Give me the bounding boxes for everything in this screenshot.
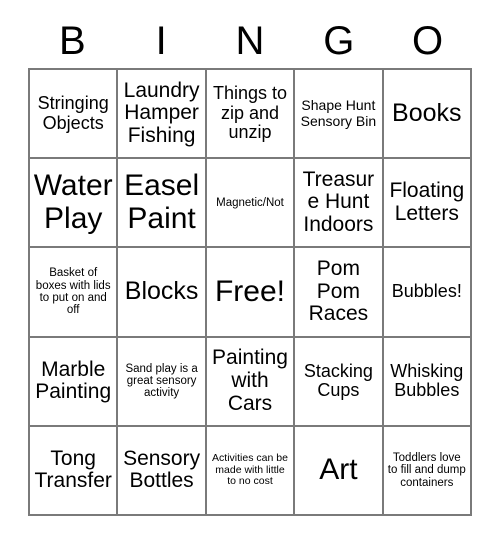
bingo-cell-label: Pom Pom Races bbox=[308, 256, 369, 326]
bingo-cell-label: Whisking Bubbles bbox=[390, 360, 464, 401]
bingo-free-space[interactable]: Free! bbox=[206, 248, 296, 338]
bingo-cell[interactable]: Stacking Cups bbox=[295, 337, 384, 427]
bingo-cell-label: Stringing Objects bbox=[37, 93, 109, 133]
bingo-cell-label: Basket of boxes with lids to put on and … bbox=[35, 267, 111, 317]
bingo-cell[interactable]: Blocks bbox=[118, 248, 207, 338]
bingo-cell[interactable]: Art bbox=[295, 426, 384, 516]
bingo-cell-label: Marble Painting bbox=[35, 357, 112, 404]
bingo-cell[interactable]: Treasure Hunt Indoors bbox=[295, 159, 384, 249]
bingo-header-letter-b: B bbox=[59, 19, 86, 63]
bingo-cell-label: Things to zip and unzip bbox=[212, 83, 288, 143]
bingo-cell[interactable]: Pom Pom Races bbox=[295, 248, 384, 338]
bingo-header-letter-g: G bbox=[323, 19, 355, 63]
bingo-cell-label: Sensory Bottles bbox=[123, 446, 201, 493]
bingo-cell[interactable]: Floating Letters bbox=[383, 159, 472, 249]
bingo-cell-label: Laundry Hamper Fishing bbox=[123, 78, 200, 147]
bingo-cell-label: Painting with Cars bbox=[212, 346, 288, 415]
bingo-cell[interactable]: Activities can be made with little to no… bbox=[206, 426, 296, 516]
bingo-cell[interactable]: Sensory Bottles bbox=[118, 426, 207, 516]
bingo-cell-label: Water Play bbox=[33, 169, 113, 235]
bingo-cell-label: Easel Paint bbox=[124, 169, 200, 235]
bingo-header-letter-o: O bbox=[412, 19, 444, 63]
bingo-cell[interactable]: Water Play bbox=[30, 159, 119, 249]
bingo-cell[interactable]: Toddlers love to fill and dump container… bbox=[383, 426, 472, 516]
bingo-cell[interactable]: Whisking Bubbles bbox=[383, 337, 472, 427]
bingo-cell-label: Toddlers love to fill and dump container… bbox=[387, 451, 466, 489]
bingo-cell[interactable]: Easel Paint bbox=[118, 159, 207, 249]
bingo-cell[interactable]: Stringing Objects bbox=[30, 70, 119, 160]
bingo-header-letter-n: N bbox=[235, 19, 265, 63]
bingo-cell[interactable]: Books bbox=[383, 70, 472, 160]
bingo-cell[interactable]: Basket of boxes with lids to put on and … bbox=[30, 248, 119, 338]
bingo-card: B I N G O Stringing Objects Laundry Hamper Fi… bbox=[0, 0, 500, 544]
bingo-cell-label: Activities can be made with little to no… bbox=[212, 452, 288, 488]
bingo-cell-label: Art bbox=[319, 453, 358, 487]
bingo-cell[interactable]: Bubbles! bbox=[383, 248, 472, 338]
bingo-header-row: BINGO bbox=[28, 14, 472, 68]
bingo-cell-label: Blocks bbox=[124, 277, 199, 306]
bingo-cell[interactable]: Shape Hunt Sensory Bin bbox=[295, 70, 384, 160]
bingo-cell-label: Bubbles! bbox=[391, 281, 462, 302]
bingo-cell-label: Tong Transfer bbox=[34, 446, 112, 493]
bingo-cell-label: Shape Hunt Sensory Bin bbox=[300, 97, 377, 129]
bingo-header-letter-i: I bbox=[155, 19, 167, 63]
bingo-cell-label: Magnetic/Not bbox=[216, 196, 284, 209]
bingo-cell[interactable]: Things to zip and unzip bbox=[206, 70, 296, 160]
bingo-cell-label: Free! bbox=[214, 274, 285, 308]
bingo-cell[interactable]: Marble Painting bbox=[30, 337, 119, 427]
bingo-cell-label: Sand play is a great sensory activity bbox=[125, 362, 198, 400]
bingo-cell-label: Stacking Cups bbox=[303, 360, 373, 401]
bingo-cell[interactable]: Tong Transfer bbox=[30, 426, 119, 516]
bingo-cell-label: Floating Letters bbox=[389, 179, 465, 225]
bingo-cell[interactable]: Magnetic/Not bbox=[206, 159, 296, 249]
bingo-cell-label: Treasure Hunt Indoors bbox=[302, 167, 375, 237]
bingo-cell[interactable]: Sand play is a great sensory activity bbox=[118, 337, 207, 427]
bingo-cell-label: Books bbox=[392, 99, 462, 128]
bingo-cell[interactable]: Laundry Hamper Fishing bbox=[118, 70, 207, 160]
bingo-cell[interactable]: Painting with Cars bbox=[206, 337, 296, 427]
bingo-grid: Stringing Objects Laundry Hamper Fishing T… bbox=[28, 68, 472, 516]
